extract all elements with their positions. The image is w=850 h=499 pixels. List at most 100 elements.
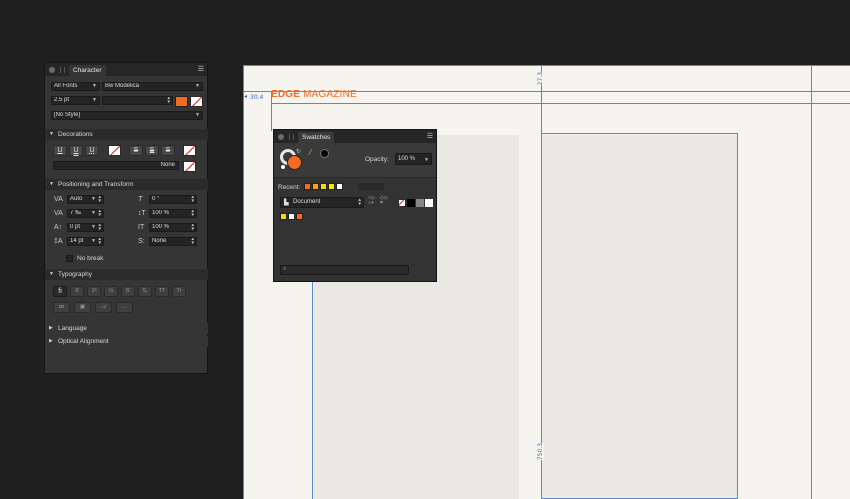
add-global-swatch-icon[interactable]: ◇◇ ⌗: [380, 196, 388, 206]
guide-vertical-measure[interactable]: [541, 65, 542, 499]
chevron-down-icon: ▼: [91, 224, 96, 230]
document-swatch-0[interactable]: [280, 213, 287, 220]
section-optical-alignment[interactable]: Optical Alignment: [45, 336, 208, 347]
paragraph-style-select[interactable]: [No Style] ▼: [51, 111, 203, 120]
color-picker-icon[interactable]: ⁄: [310, 148, 311, 157]
close-icon[interactable]: [49, 66, 55, 73]
leading-field[interactable]: 14 pt ▼ ▲ ▼: [67, 237, 104, 246]
drag-handle-icon[interactable]: [60, 66, 65, 73]
all-caps-button[interactable]: TT: [155, 286, 169, 297]
decoration-line-style[interactable]: None: [53, 161, 179, 170]
document-swatch-2[interactable]: [296, 213, 303, 220]
opacity-field[interactable]: 100 % ▼: [395, 153, 432, 165]
double-strikethrough-button[interactable]: S: [145, 145, 159, 156]
recent-label: Recent:: [278, 184, 301, 191]
recent-swatch-4[interactable]: [336, 183, 343, 190]
subscript-button[interactable]: S,: [138, 286, 152, 297]
section-typography[interactable]: Typography: [45, 269, 208, 280]
chevron-down-icon: ▼: [91, 196, 96, 202]
underline-color-swatch[interactable]: [108, 145, 121, 156]
no-break-label: No break: [77, 255, 104, 262]
no-color-icon[interactable]: [280, 164, 286, 170]
ligatures-button[interactable]: fi: [53, 286, 67, 297]
decoration-line-style-value: None: [160, 162, 175, 168]
recent-swatch-1[interactable]: [312, 183, 319, 190]
drag-handle-icon[interactable]: [289, 133, 294, 140]
kerning-field[interactable]: Auto ▼ ▲ ▼: [67, 195, 104, 204]
recent-empty-slot: [358, 183, 384, 190]
guide-horizontal-2[interactable]: [271, 103, 850, 104]
swatch-black[interactable]: [407, 199, 415, 207]
shear-field[interactable]: 0 ° ▲ ▼: [149, 195, 197, 204]
frame-right[interactable]: [541, 133, 738, 499]
brand-heading[interactable]: EDGE MAGAZINE: [271, 89, 357, 100]
fill-well[interactable]: [287, 155, 302, 170]
double-underline-button[interactable]: U: [69, 145, 83, 156]
baseline-value: 0 pt: [70, 224, 81, 230]
font-size-value: 2.5 pt: [54, 97, 70, 103]
tracking-field[interactable]: 7 ‰ ▼ ▲ ▼: [67, 209, 104, 218]
section-decorations[interactable]: Decorations: [45, 129, 208, 140]
strike-color-swatch[interactable]: [183, 145, 196, 156]
swap-icon[interactable]: ↻: [296, 148, 301, 155]
section-language[interactable]: Language: [45, 323, 208, 334]
tab-character[interactable]: Character: [69, 65, 106, 76]
swatch-gray[interactable]: [416, 199, 424, 207]
fractions-button[interactable]: ½: [104, 286, 118, 297]
horizontal-scale-field[interactable]: 100 % ▲ ▼: [149, 223, 197, 232]
vertical-scale-icon: ↕T: [138, 210, 146, 217]
margin-guide-right[interactable]: [811, 65, 812, 499]
baseline-field[interactable]: 0 pt ▼ ▲ ▼: [67, 223, 104, 232]
swatch-search-input[interactable]: ⌕: [280, 265, 409, 275]
tab-swatches[interactable]: Swatches: [298, 132, 335, 143]
no-break-checkbox[interactable]: [66, 255, 73, 262]
opacity-label: Opacity:: [365, 156, 389, 163]
black-swatch-icon[interactable]: [320, 149, 329, 158]
section-positioning-transform[interactable]: Positioning and Transform: [45, 179, 208, 190]
swatches-panel-tabbar: Swatches ☰: [274, 130, 436, 143]
horizontal-scale-value: 100 %: [152, 224, 170, 230]
add-swatch-icon[interactable]: ○◇ ○+: [368, 196, 375, 206]
stepper-icon: ▲ ▼: [190, 195, 195, 203]
text-fill-swatch[interactable]: [175, 96, 188, 107]
brand-secondary: MAGAZINE: [303, 89, 357, 100]
underline-button[interactable]: U: [53, 145, 67, 156]
small-caps-button[interactable]: Tr: [172, 286, 186, 297]
swatch-none[interactable]: [398, 199, 406, 207]
discretionary-ligatures-button[interactable]: ß: [70, 286, 84, 297]
font-collection-select[interactable]: All Fonts ▼: [51, 82, 100, 91]
swatch-white[interactable]: [425, 199, 433, 207]
font-style-select[interactable]: ▲ ▼: [102, 96, 173, 105]
swash-button[interactable]: 𝒜: [95, 302, 112, 313]
outline-strikethrough-button[interactable]: S: [161, 145, 175, 156]
measure-arrow-left: ◂: [244, 93, 248, 100]
chevron-down-icon: ▼: [424, 157, 429, 163]
alignment-field[interactable]: None ▲ ▼: [149, 237, 197, 246]
font-size-field[interactable]: 2.5 pt ▼: [51, 96, 100, 105]
ordinals-button[interactable]: 1ª: [87, 286, 101, 297]
panel-menu-icon[interactable]: ☰: [198, 65, 204, 73]
superscript-button[interactable]: S': [121, 286, 135, 297]
app-stage: 30.4 ◂ 27.3 750.3 EDGE MAGAZINE Characte…: [0, 0, 850, 499]
stylistic-alternates-button[interactable]: ꝏ: [53, 302, 70, 313]
recent-swatch-0[interactable]: [304, 183, 311, 190]
vertical-scale-field[interactable]: 100 % ▲ ▼: [149, 209, 197, 218]
chevron-down-icon: ▼: [92, 97, 97, 103]
recent-swatch-2[interactable]: [320, 183, 327, 190]
close-icon[interactable]: [278, 133, 284, 140]
more-typography-button[interactable]: ...: [116, 302, 133, 313]
decoration-line-color-swatch[interactable]: [183, 161, 196, 172]
palette-select[interactable]: ▙ Document ▲ ▼: [280, 197, 364, 208]
text-stroke-swatch[interactable]: [190, 96, 203, 107]
strikethrough-button[interactable]: S: [129, 145, 143, 156]
recent-swatch-3[interactable]: [328, 183, 335, 190]
chevron-down-icon: ▼: [195, 112, 200, 118]
dotted-underline-button[interactable]: U: [85, 145, 99, 156]
kerning-value: Auto: [70, 196, 83, 202]
panel-menu-icon[interactable]: ☰: [427, 132, 433, 140]
positional-forms-button[interactable]: ▣: [74, 302, 91, 313]
chevron-down-icon: ▼: [195, 83, 200, 89]
alternates-icon: ꝏ: [58, 304, 65, 310]
document-swatch-1[interactable]: [288, 213, 295, 220]
font-family-select[interactable]: Bw Modelica ▼: [102, 82, 203, 91]
